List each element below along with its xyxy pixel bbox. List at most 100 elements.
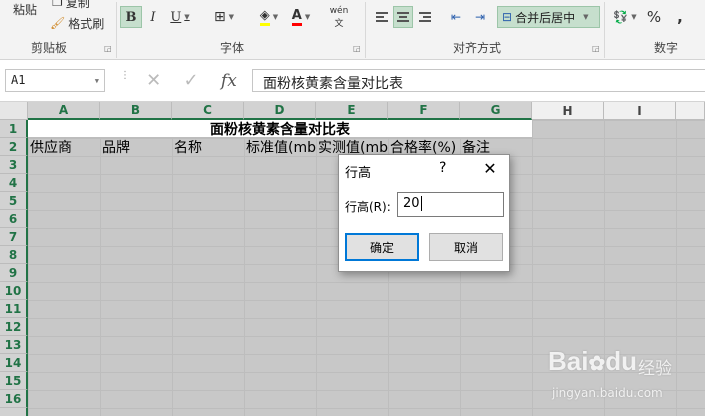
- chevron-down-icon[interactable]: ▼: [95, 77, 99, 85]
- align-right-button[interactable]: [416, 6, 434, 28]
- name-box[interactable]: A1 ▼: [5, 69, 105, 92]
- increase-indent-icon: ⇥: [474, 10, 486, 24]
- formula-bar: A1 ▼ ⋮ ✕ ✓ fx 面粉核黄素含量对比表: [0, 60, 705, 102]
- ok-button[interactable]: 确定: [345, 233, 419, 261]
- row-header[interactable]: 6: [0, 210, 28, 228]
- align-left-button[interactable]: [373, 6, 391, 28]
- sheet-title-cell[interactable]: 面粉核黄素含量对比表: [28, 120, 532, 138]
- dialog-title: 行高: [345, 166, 372, 181]
- clipboard-group-label: 剪贴板: [31, 41, 68, 55]
- format-painter-icon: 🖌: [50, 16, 66, 30]
- row-header[interactable]: 4: [0, 174, 28, 192]
- row-header[interactable]: 8: [0, 246, 28, 264]
- row-header[interactable]: 10: [0, 282, 28, 300]
- row-header[interactable]: 15: [0, 372, 28, 390]
- chevron-down-icon: ▼: [583, 13, 589, 21]
- column-header[interactable]: D: [244, 102, 316, 120]
- cancel-button[interactable]: 取消: [429, 233, 503, 261]
- copy-button[interactable]: ❐ 复制: [52, 0, 112, 10]
- row-header[interactable]: 3: [0, 156, 28, 174]
- column-header[interactable]: H: [532, 102, 604, 120]
- formula-input[interactable]: 面粉核黄素含量对比表: [252, 69, 705, 92]
- column-header[interactable]: C: [172, 102, 244, 120]
- header-cell[interactable]: 标准值(mb: [244, 139, 316, 157]
- column-header[interactable]: B: [100, 102, 172, 120]
- row-header[interactable]: 7: [0, 228, 28, 246]
- row-header[interactable]: 1: [0, 120, 28, 138]
- header-cell[interactable]: 名称: [172, 139, 244, 157]
- merge-center-button[interactable]: ⊟ 合并后居中 ▼: [497, 6, 600, 28]
- baidu-watermark: Bai✿du 经验 jingyan.baidu.com: [540, 340, 700, 410]
- paste-button[interactable]: 粘贴: [6, 0, 44, 18]
- align-center-icon: [397, 12, 409, 22]
- phonetic-button[interactable]: wén 文: [328, 6, 350, 29]
- paw-icon: ✿: [588, 353, 606, 375]
- italic-button[interactable]: I: [144, 6, 162, 28]
- formula-buttons: ✕ ✓ fx: [135, 69, 248, 92]
- merge-cells-icon: ⊟: [502, 10, 513, 24]
- chevron-down-icon: ▼: [184, 13, 190, 21]
- format-painter-button[interactable]: 🖌 格式刷: [50, 14, 112, 32]
- column-header[interactable]: [676, 102, 705, 120]
- select-all-corner[interactable]: [0, 102, 28, 120]
- formula-bar-handle-icon[interactable]: ⋮: [120, 71, 130, 81]
- comma-button[interactable]: ,: [672, 6, 688, 28]
- header-cell[interactable]: 供应商: [28, 139, 100, 157]
- underline-button[interactable]: U ▼: [165, 6, 195, 28]
- row-header[interactable]: 5: [0, 192, 28, 210]
- clipboard-launcher-icon[interactable]: ◲: [104, 44, 112, 53]
- column-header[interactable]: A: [28, 102, 100, 120]
- decrease-indent-button[interactable]: ⇤: [446, 6, 466, 28]
- row-header[interactable]: [0, 408, 28, 416]
- column-header[interactable]: F: [388, 102, 460, 120]
- borders-button[interactable]: ⊞ ▼: [207, 6, 241, 28]
- fill-color-button[interactable]: ◈ ▼: [252, 6, 286, 28]
- phonetic-icon: 文: [334, 18, 344, 29]
- font-group-label: 字体: [220, 41, 245, 55]
- font-color-button[interactable]: A ▼: [286, 6, 316, 28]
- watermark-url: jingyan.baidu.com: [552, 386, 663, 400]
- row-height-label: 行高(R):: [345, 200, 391, 214]
- row-height-dialog: 行高 ? ✕ 行高(R): 20 确定 取消: [338, 154, 510, 272]
- row-header[interactable]: 2: [0, 138, 28, 156]
- alignment-launcher-icon[interactable]: ◲: [592, 44, 600, 53]
- alignment-group-label: 对齐方式: [453, 41, 502, 55]
- align-right-icon: [419, 12, 431, 22]
- accounting-icon: 💱: [613, 10, 629, 24]
- watermark-brand: Bai✿du: [548, 346, 637, 376]
- paint-bucket-icon: ◈: [259, 8, 270, 26]
- insert-function-icon[interactable]: fx: [221, 71, 237, 91]
- increase-indent-button[interactable]: ⇥: [470, 6, 490, 28]
- help-icon[interactable]: ?: [439, 160, 446, 176]
- close-icon[interactable]: ✕: [479, 157, 501, 179]
- align-left-icon: [376, 12, 388, 22]
- enter-icon[interactable]: ✓: [184, 70, 199, 91]
- font-launcher-icon[interactable]: ◲: [353, 44, 361, 53]
- column-header[interactable]: G: [460, 102, 532, 120]
- chevron-down-icon: ▼: [228, 13, 235, 21]
- borders-icon: ⊞: [213, 9, 226, 25]
- row-header[interactable]: 16: [0, 390, 28, 408]
- align-center-button[interactable]: [393, 6, 413, 28]
- chevron-down-icon: ▼: [631, 13, 637, 21]
- chevron-down-icon: ▼: [272, 13, 279, 21]
- decrease-indent-icon: ⇤: [450, 10, 462, 24]
- bold-button[interactable]: B: [120, 6, 142, 28]
- copy-icon: ❐: [52, 0, 63, 9]
- watermark-jingyan: 经验: [638, 359, 672, 379]
- column-header[interactable]: I: [604, 102, 676, 120]
- percent-button[interactable]: %: [644, 6, 664, 28]
- row-header[interactable]: 9: [0, 264, 28, 282]
- number-group-label: 数字: [654, 41, 679, 55]
- row-header[interactable]: 11: [0, 300, 28, 318]
- font-color-icon: A: [291, 8, 302, 26]
- cancel-icon[interactable]: ✕: [146, 70, 161, 91]
- row-header[interactable]: 14: [0, 354, 28, 372]
- column-header[interactable]: E: [316, 102, 388, 120]
- row-header[interactable]: 13: [0, 336, 28, 354]
- accounting-format-button[interactable]: 💱 ▼: [610, 6, 640, 28]
- row-header[interactable]: 12: [0, 318, 28, 336]
- row-height-input[interactable]: 20: [397, 192, 504, 217]
- header-cell[interactable]: 品牌: [100, 139, 172, 157]
- ribbon: 粘贴 ❐ 复制 🖌 格式刷 剪贴板 ◲ B I U ▼ ⊞ ▼ ◈ ▼ A ▼ wén …: [0, 0, 705, 60]
